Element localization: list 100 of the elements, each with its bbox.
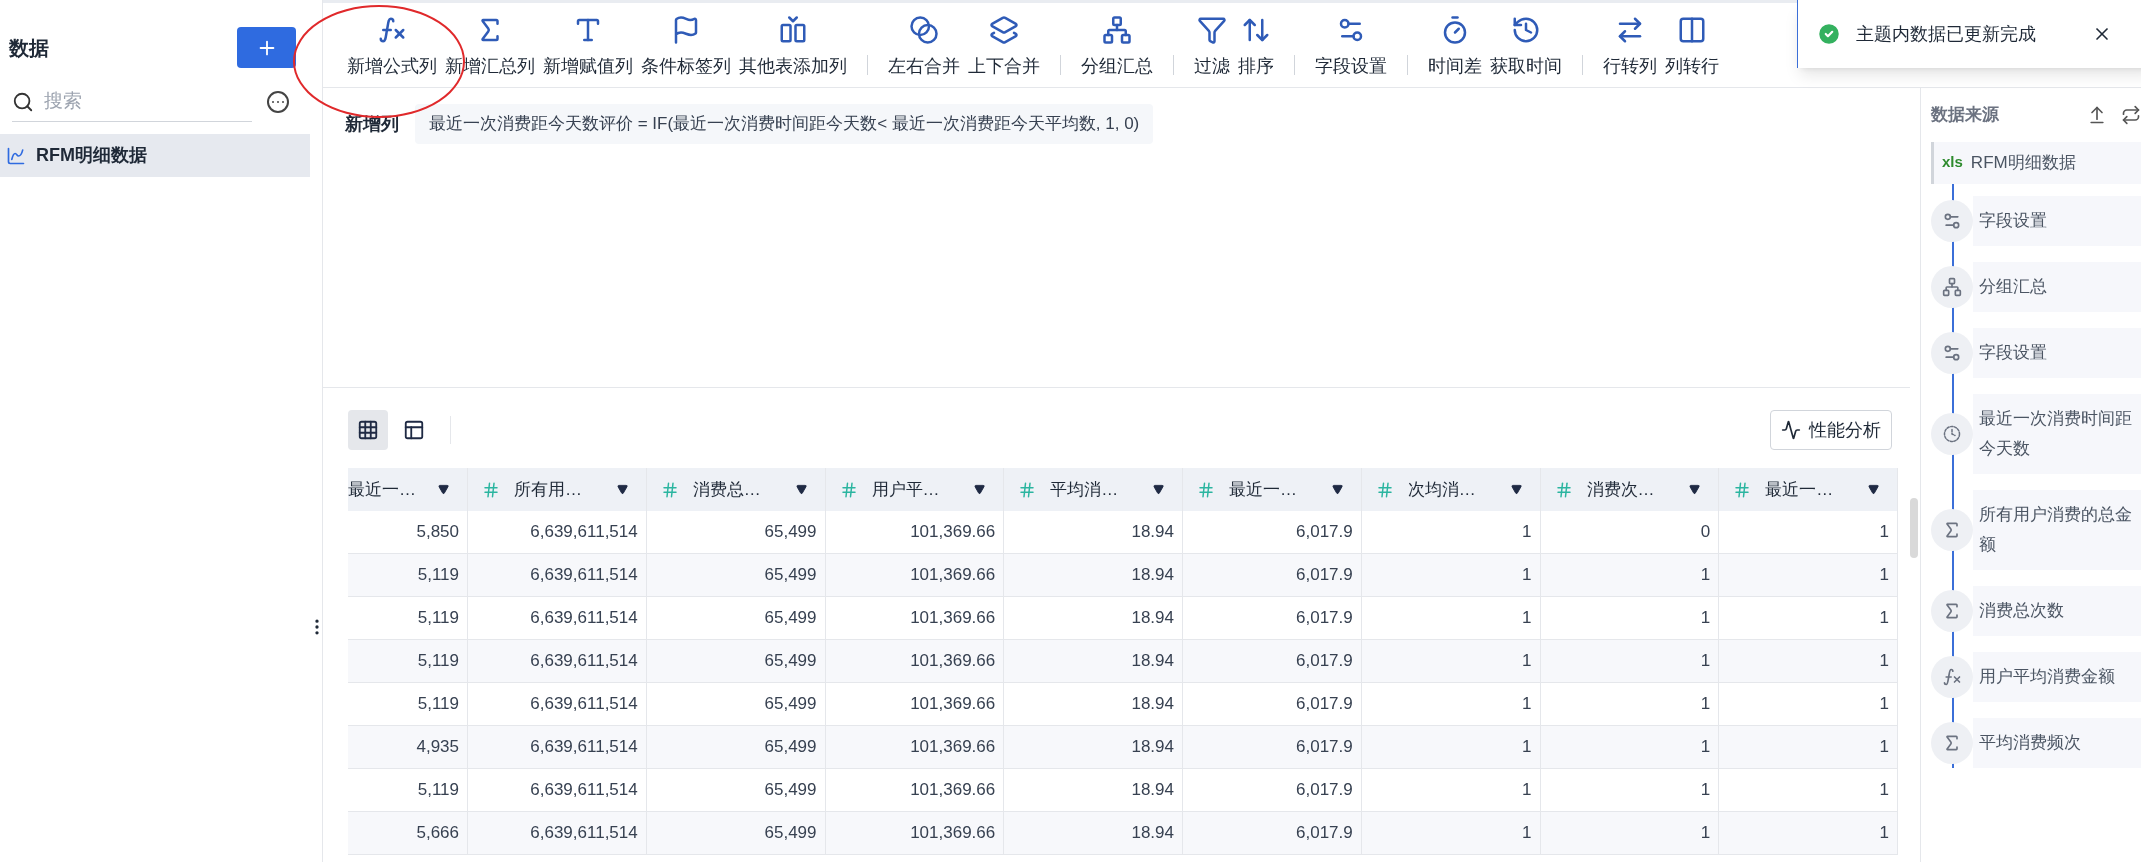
grid-icon xyxy=(357,419,379,441)
dataset-item[interactable]: RFM明细数据 xyxy=(0,134,310,177)
pipeline-step[interactable]: 分组汇总 xyxy=(1931,261,2141,312)
hierarchy-icon xyxy=(1942,276,1962,297)
table-cell: 5,119 xyxy=(348,597,468,640)
pipeline-step[interactable]: 最近一次消费时间距今天数 xyxy=(1931,393,2141,474)
toolbar-button[interactable]: 过滤 xyxy=(1190,14,1234,80)
table-cell: 18.94 xyxy=(1004,726,1183,769)
sidebar-title: 数据 xyxy=(9,35,49,61)
dropdown-caret-icon[interactable] xyxy=(1689,484,1701,495)
step-label: 所有用户消费的总金额 xyxy=(1973,489,2141,570)
table-cell: 6,017.9 xyxy=(1183,640,1362,683)
table-cell: 6,639,611,514 xyxy=(468,640,647,683)
table-cell: 1 xyxy=(1719,597,1898,640)
table-cell: 65,499 xyxy=(646,683,826,726)
table-cell: 65,499 xyxy=(646,812,826,855)
dropdown-caret-icon[interactable] xyxy=(974,484,986,495)
table-cell: 65,499 xyxy=(646,769,826,812)
dropdown-caret-icon[interactable] xyxy=(438,484,449,495)
column-header[interactable]: 最近一… xyxy=(1183,468,1362,511)
toolbar-button[interactable]: 其他表添加列 xyxy=(735,14,851,80)
toolbar-button[interactable]: 行转列 xyxy=(1599,14,1661,80)
toolbar-button[interactable]: 分组汇总 xyxy=(1077,14,1157,80)
number-type-icon xyxy=(1375,480,1394,499)
column-header[interactable]: 平均消… xyxy=(1004,468,1183,511)
column-header[interactable]: 消费次… xyxy=(1540,468,1720,511)
more-icon[interactable] xyxy=(266,90,290,114)
search-icon xyxy=(12,90,34,113)
table-cell: 1 xyxy=(1361,511,1541,554)
overlap-circles-icon xyxy=(909,14,939,45)
formula-field[interactable]: 最近一次消费距今天数评价 = IF(最近一次消费时间距今天数< 最近一次消费距今天平均数, 1, 0) xyxy=(415,104,1154,144)
table-cell: 1 xyxy=(1719,683,1898,726)
swap-icon[interactable] xyxy=(2121,104,2141,125)
column-title: 所有用… xyxy=(514,478,582,501)
function-icon xyxy=(1942,666,1962,687)
toolbar-button[interactable]: 左右合并 xyxy=(884,14,964,80)
pipeline-step[interactable]: 字段设置 xyxy=(1931,327,2141,378)
table-cell: 6,017.9 xyxy=(1183,769,1362,812)
pipeline-step[interactable]: 平均消费频次 xyxy=(1931,717,2141,768)
grid-view-toggle[interactable] xyxy=(348,410,388,450)
performance-analysis-button[interactable]: 性能分析 xyxy=(1770,410,1892,450)
step-label: 平均消费频次 xyxy=(1973,717,2141,768)
number-type-icon xyxy=(1018,480,1037,499)
dropdown-caret-icon[interactable] xyxy=(1868,484,1879,495)
column-header[interactable]: 用户平… xyxy=(825,468,1005,511)
add-button[interactable] xyxy=(237,27,296,68)
number-type-icon xyxy=(660,480,679,499)
table-cell: 101,369.66 xyxy=(825,511,1005,554)
column-header[interactable]: 所有用… xyxy=(468,468,647,511)
toolbar-button[interactable]: 条件标签列 xyxy=(637,14,735,80)
toolbar-button[interactable]: 字段设置 xyxy=(1311,14,1391,80)
table-cell: 6,639,611,514 xyxy=(468,812,647,855)
table-cell: 1 xyxy=(1719,640,1898,683)
table-cell: 101,369.66 xyxy=(825,812,1005,855)
pipeline-step[interactable]: 用户平均消费金额 xyxy=(1931,651,2141,702)
table-cell: 1 xyxy=(1540,597,1720,640)
source-item[interactable]: xls RFM明细数据 xyxy=(1931,141,2141,184)
table-cell: 6,017.9 xyxy=(1183,597,1362,640)
layout-icon xyxy=(403,419,425,441)
step-label: 字段设置 xyxy=(1973,195,2141,246)
toolbar-button[interactable]: 获取时间 xyxy=(1486,14,1566,80)
toolbar-button[interactable]: 列转行 xyxy=(1661,14,1723,80)
table-cell: 6,639,611,514 xyxy=(468,511,647,554)
table-cell: 1 xyxy=(1361,726,1541,769)
table-cell: 101,369.66 xyxy=(825,554,1005,597)
toolbar-button[interactable]: 上下合并 xyxy=(964,14,1044,80)
table-cell: 5,119 xyxy=(348,640,468,683)
column-header[interactable]: 最近一… xyxy=(348,468,468,511)
toolbar-button[interactable]: 排序 xyxy=(1234,14,1278,80)
panel-title: 数据来源 xyxy=(1931,104,1999,126)
table-cell: 4,935 xyxy=(348,726,468,769)
step-label: 用户平均消费金额 xyxy=(1973,651,2141,702)
toolbar-button[interactable]: 新增公式列 xyxy=(343,14,441,80)
dropdown-caret-icon[interactable] xyxy=(1331,484,1343,495)
number-type-icon xyxy=(1733,480,1752,499)
dropdown-caret-icon[interactable] xyxy=(616,484,628,495)
dropdown-caret-icon[interactable] xyxy=(795,484,807,495)
column-header[interactable]: 消费总… xyxy=(646,468,826,511)
column-header[interactable]: 最近一… xyxy=(1719,468,1898,511)
pipeline-step[interactable]: 字段设置 xyxy=(1931,195,2141,246)
dropdown-caret-icon[interactable] xyxy=(1510,484,1522,495)
table-cell: 18.94 xyxy=(1004,769,1183,812)
dropdown-caret-icon[interactable] xyxy=(1153,484,1164,495)
column-title: 最近一… xyxy=(348,478,416,501)
layers-icon xyxy=(989,14,1019,45)
chart-icon xyxy=(6,145,26,166)
toolbar-button[interactable]: 时间差 xyxy=(1424,14,1486,80)
table-cell: 1 xyxy=(1361,554,1541,597)
step-label: 最近一次消费时间距今天数 xyxy=(1973,393,2141,474)
search-field[interactable]: 搜索 xyxy=(12,82,252,122)
toolbar-button[interactable]: 新增赋值列 xyxy=(539,14,637,80)
table-cell: 5,119 xyxy=(348,554,468,597)
search-input[interactable]: 搜索 xyxy=(44,87,224,116)
pipeline-step[interactable]: 消费总次数 xyxy=(1931,585,2141,636)
pipeline-step[interactable]: 所有用户消费的总金额 xyxy=(1931,489,2141,570)
table-cell: 6,017.9 xyxy=(1183,812,1362,855)
upload-icon[interactable] xyxy=(2087,104,2107,125)
column-header[interactable]: 次均消… xyxy=(1361,468,1541,511)
table-cell: 65,499 xyxy=(646,554,826,597)
column-title: 平均消… xyxy=(1050,478,1119,501)
